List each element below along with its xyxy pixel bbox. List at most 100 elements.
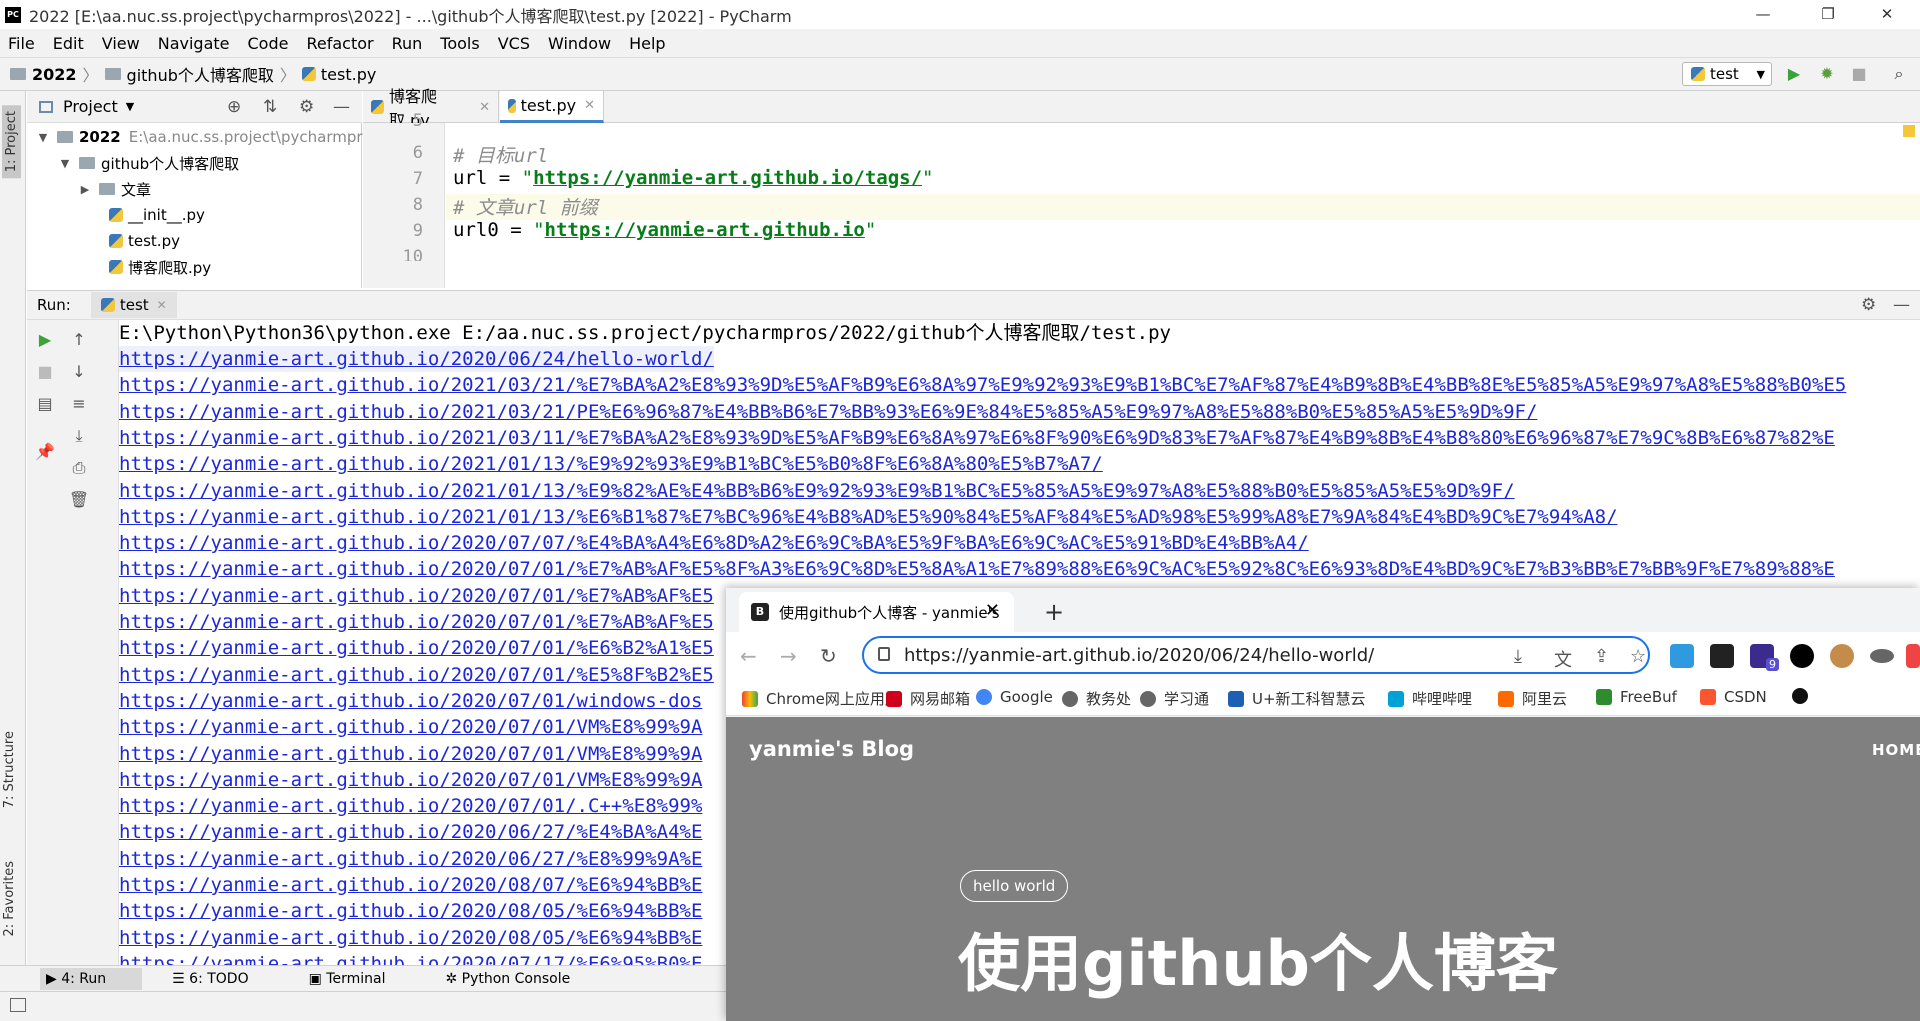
code-editor[interactable]: 5 6 7 8 9 10 # 目标url url = "https://yanm…: [363, 111, 1920, 288]
bookmark-academic-office[interactable]: 教务处: [1062, 688, 1131, 709]
bookmark-netease-mail[interactable]: 网易邮箱: [886, 688, 970, 709]
forward-icon[interactable]: →: [780, 644, 797, 668]
bookmark-google[interactable]: Google: [976, 688, 1053, 706]
bookmark-csdn[interactable]: CSDN: [1700, 688, 1767, 706]
console-url-link[interactable]: https://yanmie-art.github.io/2020/07/01/…: [119, 767, 702, 793]
menu-refactor[interactable]: Refactor: [306, 34, 373, 53]
cookie-icon[interactable]: [1830, 644, 1854, 668]
menu-run[interactable]: Run: [392, 34, 423, 53]
console-url-link[interactable]: https://yanmie-art.github.io/2021/01/13/…: [119, 504, 1618, 530]
bottom-tab-python-console[interactable]: ✲ Python Console: [445, 971, 600, 987]
console-url-link[interactable]: https://yanmie-art.github.io/2021/01/13/…: [119, 478, 1515, 504]
arrow-down-icon[interactable]: ↓: [67, 360, 91, 384]
nav-home-link[interactable]: HOME: [1872, 741, 1920, 759]
console-url-link[interactable]: https://yanmie-art.github.io/2021/03/11/…: [119, 425, 1835, 451]
restore-button[interactable]: ❐: [1799, 0, 1857, 29]
console-url-link[interactable]: https://yanmie-art.github.io/2020/07/01/…: [119, 741, 702, 767]
hide-icon[interactable]: —: [1893, 295, 1910, 315]
console-url-link[interactable]: https://yanmie-art.github.io/2020/07/01/…: [119, 609, 714, 635]
back-icon[interactable]: ←: [740, 644, 757, 668]
minimize-button[interactable]: —: [1734, 0, 1792, 29]
menu-tools[interactable]: Tools: [440, 34, 479, 53]
bookmark-star-icon[interactable]: ☆: [1630, 646, 1646, 667]
console-url-link[interactable]: https://yanmie-art.github.io/2021/03/21/…: [119, 399, 1537, 425]
rerun-icon[interactable]: ▶: [33, 328, 57, 352]
bookmark-u-plus[interactable]: U+新工科智慧云: [1228, 688, 1366, 709]
tool-tab-favorites[interactable]: 2: Favorites: [2, 861, 17, 937]
breadcrumb-file[interactable]: test.py: [321, 65, 376, 84]
menu-window[interactable]: Window: [548, 34, 611, 53]
console-url-link[interactable]: https://yanmie-art.github.io/2020/06/27/…: [119, 846, 702, 872]
browser-tab[interactable]: B 使用github个人博客 - yanmie's ✕: [739, 592, 1014, 632]
collapse-all-icon[interactable]: ⇅: [263, 97, 277, 117]
tree-item-crawler[interactable]: 博客爬取.py: [109, 254, 211, 280]
menu-file[interactable]: File: [8, 34, 35, 53]
post-tag[interactable]: hello world: [960, 870, 1069, 902]
breadcrumb-folder[interactable]: github个人博客爬取: [127, 62, 274, 86]
run-tab-test[interactable]: test ✕: [90, 292, 177, 318]
console-url-link[interactable]: https://yanmie-art.github.io/2020/07/01/…: [119, 635, 714, 661]
bottom-tab-todo[interactable]: ☰ 6: TODO: [172, 971, 278, 987]
menu-view[interactable]: View: [102, 34, 140, 53]
pin-icon[interactable]: 📌: [33, 440, 57, 464]
run-configuration-select[interactable]: test ▼: [1682, 62, 1772, 86]
tool-tab-structure[interactable]: 7: Structure: [2, 731, 17, 808]
address-bar[interactable]: https://yanmie-art.github.io/2020/06/24/…: [862, 636, 1650, 674]
tab-test-py[interactable]: test.py ✕: [500, 91, 604, 123]
bookmark-freebuf[interactable]: FreeBuf: [1596, 688, 1677, 706]
console-url-link[interactable]: https://yanmie-art.github.io/2020/08/07/…: [119, 872, 702, 898]
console-url-link[interactable]: https://yanmie-art.github.io/2020/07/17/…: [119, 951, 702, 965]
extension-circle-icon[interactable]: [1790, 644, 1814, 668]
tree-item-root[interactable]: ▼ 2022 E:\aa.nuc.ss.project\pycharmpros: [35, 124, 379, 150]
console-url-link[interactable]: https://yanmie-art.github.io/2020/07/01/…: [119, 662, 714, 688]
code-url-link[interactable]: https://yanmie-art.github.io: [545, 219, 865, 241]
gear-icon[interactable]: ⚙: [1861, 295, 1876, 315]
console-url-link[interactable]: https://yanmie-art.github.io/2020/06/27/…: [119, 819, 702, 845]
bookmark-aliyun[interactable]: 阿里云: [1498, 688, 1567, 709]
translate-icon[interactable]: 文: [1554, 646, 1572, 672]
console-url-link[interactable]: https://yanmie-art.github.io/2021/03/21/…: [119, 372, 1846, 398]
pin-extension-icon[interactable]: [1906, 644, 1920, 668]
new-tab-button[interactable]: +: [1044, 598, 1064, 626]
console-url-link[interactable]: https://yanmie-art.github.io/2020/08/05/…: [119, 925, 702, 951]
console-url-link[interactable]: https://yanmie-art.github.io/2020/08/05/…: [119, 898, 702, 924]
stop-icon[interactable]: ■: [33, 360, 57, 384]
close-icon[interactable]: ✕: [584, 98, 595, 113]
console-url-link[interactable]: https://yanmie-art.github.io/2020/06/24/…: [119, 346, 714, 372]
bookmark-github[interactable]: [1792, 688, 1816, 704]
run-icon[interactable]: ▶: [1782, 62, 1806, 86]
install-app-icon[interactable]: ⤓: [1514, 646, 1522, 667]
console-url-link[interactable]: https://yanmie-art.github.io/2020/07/01/…: [119, 714, 702, 740]
console-url-link[interactable]: https://yanmie-art.github.io/2020/07/01/…: [119, 688, 702, 714]
menu-navigate[interactable]: Navigate: [158, 34, 230, 53]
console-url-link[interactable]: https://yanmie-art.github.io/2020/07/01/…: [119, 556, 1835, 582]
bottom-tab-run[interactable]: ▶ 4: Run: [40, 967, 143, 990]
chevron-right-icon[interactable]: ▶: [77, 183, 93, 196]
bookmark-chrome-store[interactable]: Chrome网上应用店: [742, 688, 900, 709]
close-icon[interactable]: ✕: [479, 100, 490, 115]
arrow-up-icon[interactable]: ↑: [67, 328, 91, 352]
gear-icon[interactable]: ⚙: [299, 97, 314, 117]
menu-help[interactable]: Help: [629, 34, 665, 53]
scroll-to-end-icon[interactable]: ⤓: [67, 424, 91, 448]
chevron-down-icon[interactable]: ▼: [126, 100, 134, 113]
console-url-link[interactable]: https://yanmie-art.github.io/2020/07/07/…: [119, 530, 1309, 556]
debug-icon[interactable]: ✹: [1815, 62, 1839, 86]
menu-edit[interactable]: Edit: [53, 34, 84, 53]
hat-icon[interactable]: [1870, 649, 1894, 663]
console-url-link[interactable]: https://yanmie-art.github.io/2020/07/01/…: [119, 793, 702, 819]
stop-icon[interactable]: ■: [1847, 62, 1871, 86]
locate-icon[interactable]: ⊕: [227, 97, 241, 117]
tree-item-test[interactable]: test.py: [109, 228, 180, 254]
console-url-link[interactable]: https://yanmie-art.github.io/2020/07/01/…: [119, 583, 714, 609]
bookmark-xuexitong[interactable]: 学习通: [1140, 688, 1209, 709]
close-tab-icon[interactable]: ✕: [985, 600, 1000, 621]
search-icon[interactable]: ⌕: [1887, 62, 1911, 86]
chevron-down-icon[interactable]: ▼: [35, 131, 51, 144]
menu-code[interactable]: Code: [248, 34, 289, 53]
tree-item-init[interactable]: __init__.py: [109, 202, 205, 228]
tree-item-articles[interactable]: ▶ 文章: [77, 176, 151, 202]
soft-wrap-icon[interactable]: ≡: [67, 392, 91, 416]
print-icon[interactable]: ⎙: [67, 456, 91, 480]
restore-layout-icon[interactable]: ▤: [33, 392, 57, 416]
